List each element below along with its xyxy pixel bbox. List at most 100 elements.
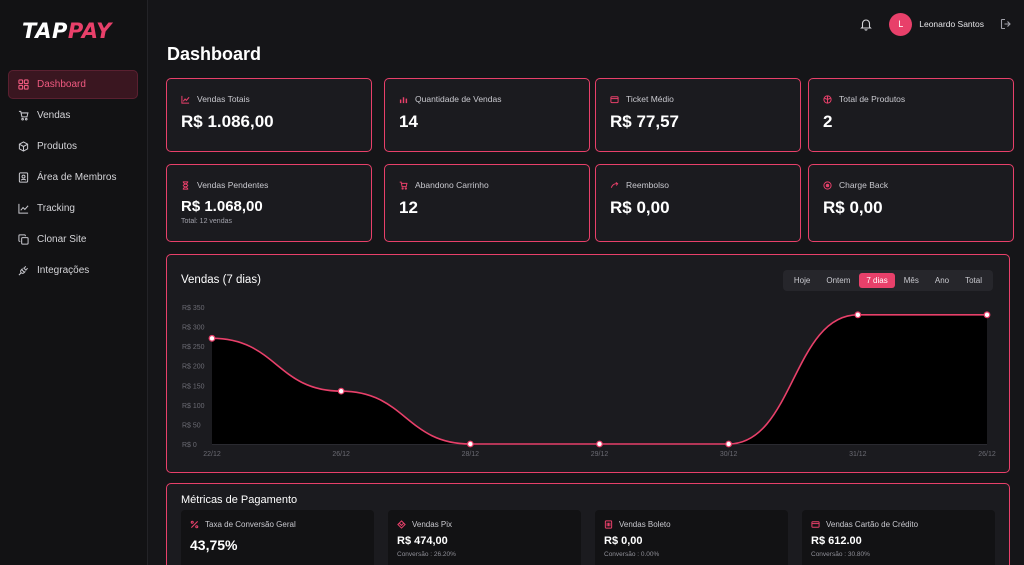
- metric-label-text: Vendas Boleto: [619, 520, 671, 529]
- payment-metrics-panel: Métricas de Pagamento Taxa de Conversão …: [166, 483, 1010, 565]
- metric-value: R$ 612.00: [811, 535, 862, 547]
- metric-subtext: Conversão : 30.80%: [811, 551, 870, 558]
- stat-value: 12: [399, 198, 418, 217]
- stat-card-vendas-totais: Vendas Totais R$ 1.086,00: [166, 78, 372, 152]
- sidebar-item-tracking[interactable]: Tracking: [8, 194, 138, 223]
- data-point: [854, 311, 862, 319]
- copy-icon: [18, 234, 29, 245]
- x-tick-label: 31/12: [849, 451, 867, 458]
- sidebar-item-dashboard[interactable]: Dashboard: [8, 70, 138, 99]
- stat-value: 14: [399, 112, 418, 131]
- tappay-logo[interactable]: TAPPAY: [22, 19, 112, 43]
- sidebar-item-label: Área de Membros: [37, 172, 117, 183]
- y-tick-label: R$ 250: [182, 344, 205, 351]
- metric-value: R$ 0,00: [604, 535, 643, 547]
- sidebar-item-label: Dashboard: [37, 79, 86, 90]
- data-point: [596, 440, 603, 448]
- sidebar-nav: Dashboard Vendas Produtos Área de Membro…: [8, 70, 138, 287]
- sidebar-item-integracoes[interactable]: Integrações: [8, 256, 138, 285]
- sales-area-chart: R$ 0 R$ 50 R$ 100 R$ 150 R$ 200 R$ 250 R$ 300 R…: [182, 305, 996, 458]
- plug-icon: [18, 266, 28, 276]
- page-title: Dashboard: [167, 44, 262, 64]
- bars-icon: [399, 96, 408, 103]
- sidebar-item-label: Produtos: [37, 141, 78, 152]
- app-root: TAPPAY Dashboard Vendas Produtos Área de…: [0, 0, 1024, 565]
- y-tick-label: R$ 0: [182, 442, 197, 449]
- stat-subtext: Total: 12 vendas: [181, 218, 232, 225]
- stat-card-reembolso: Reembolso R$ 0,00: [595, 164, 801, 242]
- stat-label-text: Ticket Médio: [626, 94, 674, 104]
- stat-label-text: Charge Back: [839, 180, 889, 190]
- cart-icon: [18, 110, 29, 121]
- top-bar: L Leonardo Santos: [859, 12, 1012, 36]
- stat-label-text: Vendas Totais: [197, 94, 250, 104]
- stat-label: Vendas Pendentes: [181, 180, 268, 190]
- metric-label-text: Taxa de Conversão Geral: [205, 520, 296, 529]
- stat-value: R$ 77,57: [610, 112, 679, 131]
- metric-value: 43,75%: [190, 537, 238, 553]
- y-tick-label: R$ 200: [182, 364, 205, 371]
- metric-label: Vendas Cartão de Crédito: [811, 520, 918, 529]
- metric-label: Taxa de Conversão Geral: [190, 520, 296, 529]
- metric-subtext: Conversão : 0.00%: [604, 551, 660, 558]
- x-tick-label: 26/12: [978, 451, 996, 458]
- stat-label: Vendas Totais: [181, 94, 250, 104]
- sidebar-item-label: Integrações: [37, 265, 90, 276]
- target-icon: [823, 180, 832, 190]
- stat-value: R$ 0,00: [610, 198, 670, 217]
- metric-value: R$ 474,00: [397, 535, 448, 547]
- y-tick-label: R$ 300: [182, 325, 205, 332]
- stat-label: Charge Back: [823, 180, 888, 190]
- sidebar-item-area-de-membros[interactable]: Área de Membros: [8, 163, 138, 192]
- wallet-icon: [610, 95, 619, 103]
- trend-icon: [181, 95, 190, 104]
- metrics-title: Métricas de Pagamento: [181, 494, 298, 506]
- sidebar-item-vendas[interactable]: Vendas: [8, 101, 138, 130]
- sidebar-item-clonar-site[interactable]: Clonar Site: [8, 225, 138, 254]
- user-name[interactable]: Leonardo Santos: [919, 19, 984, 29]
- stat-value: R$ 1.068,00: [181, 198, 263, 215]
- package-icon: [823, 94, 832, 104]
- box-icon: [18, 141, 29, 152]
- series-area: [212, 314, 987, 444]
- avatar[interactable]: L: [889, 12, 913, 36]
- logo-prefix: TAP: [22, 19, 68, 43]
- stat-card-quantidade-de-vendas: Quantidade de Vendas 14: [384, 78, 590, 152]
- logout-icon[interactable]: [1000, 18, 1012, 30]
- sidebar-item-produtos[interactable]: Produtos: [8, 132, 138, 161]
- stat-value: R$ 0,00: [823, 198, 883, 217]
- pix-icon: [397, 520, 406, 529]
- data-point: [208, 334, 216, 342]
- sidebar: TAPPAY Dashboard Vendas Produtos Área de…: [0, 0, 148, 565]
- metric-label-text: Vendas Pix: [412, 520, 453, 529]
- y-tick-label: R$ 350: [182, 305, 205, 312]
- avatar-initial: L: [898, 19, 904, 29]
- metric-subtext: Conversão : 26.20%: [397, 551, 456, 558]
- percent-icon: [190, 520, 199, 529]
- metric-label: Vendas Boleto: [604, 520, 671, 529]
- hourglass-icon: [182, 180, 189, 190]
- metric-card-conversao-geral: Taxa de Conversão Geral 43,75%: [181, 510, 374, 565]
- stat-card-ticket-medio: Ticket Médio R$ 77,57: [595, 78, 801, 152]
- member-card-icon: [18, 172, 29, 183]
- y-tick-label: R$ 150: [182, 383, 205, 390]
- bell-icon[interactable]: [859, 17, 873, 31]
- stat-label-text: Quantidade de Vendas: [415, 94, 502, 104]
- sales-chart-panel: Vendas (7 dias) Hoje Ontem 7 dias Mês An…: [166, 254, 1010, 473]
- stat-label-text: Vendas Pendentes: [197, 180, 269, 190]
- stat-value: 2: [823, 112, 833, 131]
- stat-label-text: Reembolso: [626, 180, 669, 190]
- cart-x-icon: [399, 181, 408, 190]
- data-point: [337, 387, 345, 395]
- x-tick-label: 22/12: [203, 451, 221, 458]
- sidebar-item-label: Clonar Site: [37, 234, 87, 245]
- sidebar-item-label: Tracking: [37, 203, 75, 214]
- stat-label: Reembolso: [610, 180, 669, 190]
- stat-card-total-de-produtos: Total de Produtos 2: [808, 78, 1014, 152]
- logo-accent: PAY: [67, 19, 112, 43]
- refund-icon: [610, 181, 619, 188]
- stat-card-abandono-carrinho: Abandono Carrinho 12: [384, 164, 590, 242]
- stat-label: Total de Produtos: [823, 94, 905, 104]
- stat-label-text: Abandono Carrinho: [415, 180, 489, 190]
- metric-label: Vendas Pix: [397, 520, 452, 529]
